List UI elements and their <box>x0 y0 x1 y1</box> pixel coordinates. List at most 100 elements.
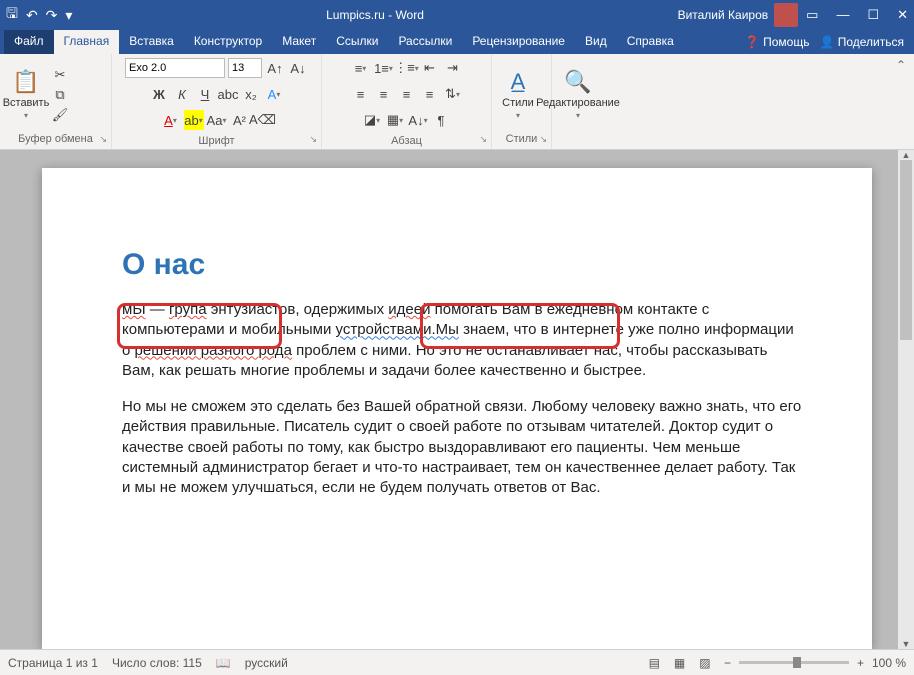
format-painter-icon[interactable]: 🖌 <box>50 105 70 125</box>
shrink-font-icon[interactable]: A↓ <box>288 58 308 78</box>
clear-format-icon[interactable]: A⌫ <box>253 110 273 130</box>
page[interactable]: О нас мЫ — група энтузиастов, одержимых … <box>42 168 872 649</box>
group-paragraph-label: Абзац <box>391 135 422 147</box>
italic-icon[interactable]: К <box>172 84 192 104</box>
group-styles-label: Стили <box>506 133 538 145</box>
paragraph-2[interactable]: Но мы не сможем это сделать без Вашей об… <box>122 397 802 498</box>
tell-me[interactable]: ❓ Помощь <box>745 35 810 49</box>
scroll-down-icon[interactable]: ▼ <box>898 639 914 649</box>
user-name: Виталий Каиров <box>678 8 769 22</box>
tab-design[interactable]: Конструктор <box>184 30 272 54</box>
window-controls: ▭ — ☐ ✕ <box>806 7 908 23</box>
align-right-icon[interactable]: ≡ <box>397 84 417 104</box>
group-editing: 🔍 Редактирование <box>552 54 672 149</box>
vertical-scrollbar[interactable]: ▲ ▼ <box>898 150 914 649</box>
tab-review[interactable]: Рецензирование <box>462 30 575 54</box>
multilevel-icon[interactable]: ⋮≡ <box>397 58 417 78</box>
redo-icon[interactable]: ↷ <box>46 7 58 24</box>
tab-view[interactable]: Вид <box>575 30 617 54</box>
tab-mailings[interactable]: Рассылки <box>388 30 462 54</box>
ribbon-tabs: Файл Главная Вставка Конструктор Макет С… <box>0 30 914 54</box>
close-icon[interactable]: ✕ <box>897 7 908 23</box>
font-color-icon[interactable]: A <box>161 110 181 130</box>
web-layout-icon[interactable]: ▨ <box>694 655 716 671</box>
zoom-in-icon[interactable]: + <box>857 656 864 670</box>
dialog-launcher-icon[interactable]: ↘ <box>309 131 317 147</box>
bold-icon[interactable]: Ж <box>149 84 169 104</box>
subscript-icon[interactable]: x₂ <box>241 84 261 104</box>
group-clipboard-label: Буфер обмена <box>18 133 93 145</box>
justify-icon[interactable]: ≡ <box>420 84 440 104</box>
quick-access-toolbar: 🖫 ↶ ↷ ▾ <box>6 3 72 27</box>
collapse-ribbon-icon[interactable]: ⌃ <box>888 54 914 149</box>
font-family-combo[interactable] <box>125 58 225 78</box>
ribbon-display-icon[interactable]: ▭ <box>806 7 818 23</box>
line-spacing-icon[interactable]: ⇅ <box>443 84 463 104</box>
read-mode-icon[interactable]: ▤ <box>643 655 665 671</box>
share-button[interactable]: 👤 Поделиться <box>819 35 904 49</box>
align-left-icon[interactable]: ≡ <box>351 84 371 104</box>
shading-icon[interactable]: ◪ <box>362 110 382 130</box>
editing-button[interactable]: 🔍 Редактирование <box>558 74 598 116</box>
zoom-out-icon[interactable]: − <box>724 656 731 670</box>
group-font: A↑ A↓ Ж К Ч abc x₂ A A ab Aa A² A⌫ Шрифт… <box>112 54 322 149</box>
dialog-launcher-icon[interactable]: ↘ <box>99 131 107 147</box>
grow-font-icon[interactable]: A↑ <box>265 58 285 78</box>
underline-icon[interactable]: Ч <box>195 84 215 104</box>
highlight-icon[interactable]: ab <box>184 110 204 130</box>
status-language[interactable]: русский <box>245 656 288 670</box>
proofing-icon[interactable]: 📖 <box>216 656 231 670</box>
dialog-launcher-icon[interactable]: ↘ <box>479 131 487 147</box>
window-title: Lumpics.ru - Word <box>72 8 677 22</box>
scroll-up-icon[interactable]: ▲ <box>898 150 914 160</box>
paragraph-1[interactable]: мЫ — група энтузиастов, одержимых идеей … <box>122 300 802 381</box>
strikethrough-icon[interactable]: abc <box>218 84 238 104</box>
styles-button[interactable]: A̲ Стили <box>498 74 538 116</box>
copy-icon[interactable]: ⧉ <box>50 85 70 105</box>
autosave-icon[interactable]: 🖫 <box>6 3 18 27</box>
ribbon: 📋 Вставить ✂ ⧉ 🖌 Буфер обмена ↘ A↑ A↓ Ж К… <box>0 54 914 150</box>
status-words[interactable]: Число слов: 115 <box>112 656 202 670</box>
heading-1[interactable]: О нас <box>122 248 802 282</box>
change-case-icon[interactable]: Aa <box>207 110 227 130</box>
numbering-icon[interactable]: 1≡ <box>374 58 394 78</box>
status-page[interactable]: Страница 1 из 1 <box>8 656 98 670</box>
outdent-icon[interactable]: ⇤ <box>420 58 440 78</box>
maximize-icon[interactable]: ☐ <box>867 7 879 23</box>
font-size-combo[interactable] <box>228 58 262 78</box>
title-bar: 🖫 ↶ ↷ ▾ Lumpics.ru - Word Виталий Каиров… <box>0 0 914 30</box>
styles-icon: A̲ <box>511 69 526 95</box>
zoom-level[interactable]: 100 % <box>872 656 906 670</box>
tab-insert[interactable]: Вставка <box>119 30 184 54</box>
tab-layout[interactable]: Макет <box>272 30 326 54</box>
avatar <box>774 3 798 27</box>
document-area: О нас мЫ — група энтузиастов, одержимых … <box>0 150 914 649</box>
print-layout-icon[interactable]: ▦ <box>669 655 691 671</box>
bullets-icon[interactable]: ≡ <box>351 58 371 78</box>
tab-home[interactable]: Главная <box>54 30 120 54</box>
qat-more-icon[interactable]: ▾ <box>65 7 72 24</box>
cut-icon[interactable]: ✂ <box>50 65 70 85</box>
text-effects-icon[interactable]: A <box>264 84 284 104</box>
clipboard-icon: 📋 <box>12 69 39 95</box>
group-paragraph: ≡ 1≡ ⋮≡ ⇤ ⇥ ≡ ≡ ≡ ≡ ⇅ ◪ ▦ A↓ ¶ Абзац ↘ <box>322 54 492 149</box>
paste-button[interactable]: 📋 Вставить <box>6 74 46 116</box>
indent-icon[interactable]: ⇥ <box>443 58 463 78</box>
minimize-icon[interactable]: — <box>836 7 849 23</box>
status-bar: Страница 1 из 1 Число слов: 115 📖 русски… <box>0 649 914 675</box>
zoom-slider[interactable] <box>739 661 849 664</box>
tab-file[interactable]: Файл <box>4 30 54 54</box>
zoom-knob[interactable] <box>793 657 801 668</box>
dialog-launcher-icon[interactable]: ↘ <box>539 131 547 147</box>
scroll-thumb[interactable] <box>900 160 912 340</box>
tab-references[interactable]: Ссылки <box>326 30 388 54</box>
sort-icon[interactable]: A↓ <box>408 110 428 130</box>
superscript-icon[interactable]: A² <box>230 110 250 130</box>
align-center-icon[interactable]: ≡ <box>374 84 394 104</box>
tab-help[interactable]: Справка <box>617 30 684 54</box>
show-marks-icon[interactable]: ¶ <box>431 110 451 130</box>
undo-icon[interactable]: ↶ <box>26 7 38 24</box>
group-font-label: Шрифт <box>198 135 234 147</box>
user-area[interactable]: Виталий Каиров <box>678 3 799 27</box>
borders-icon[interactable]: ▦ <box>385 110 405 130</box>
